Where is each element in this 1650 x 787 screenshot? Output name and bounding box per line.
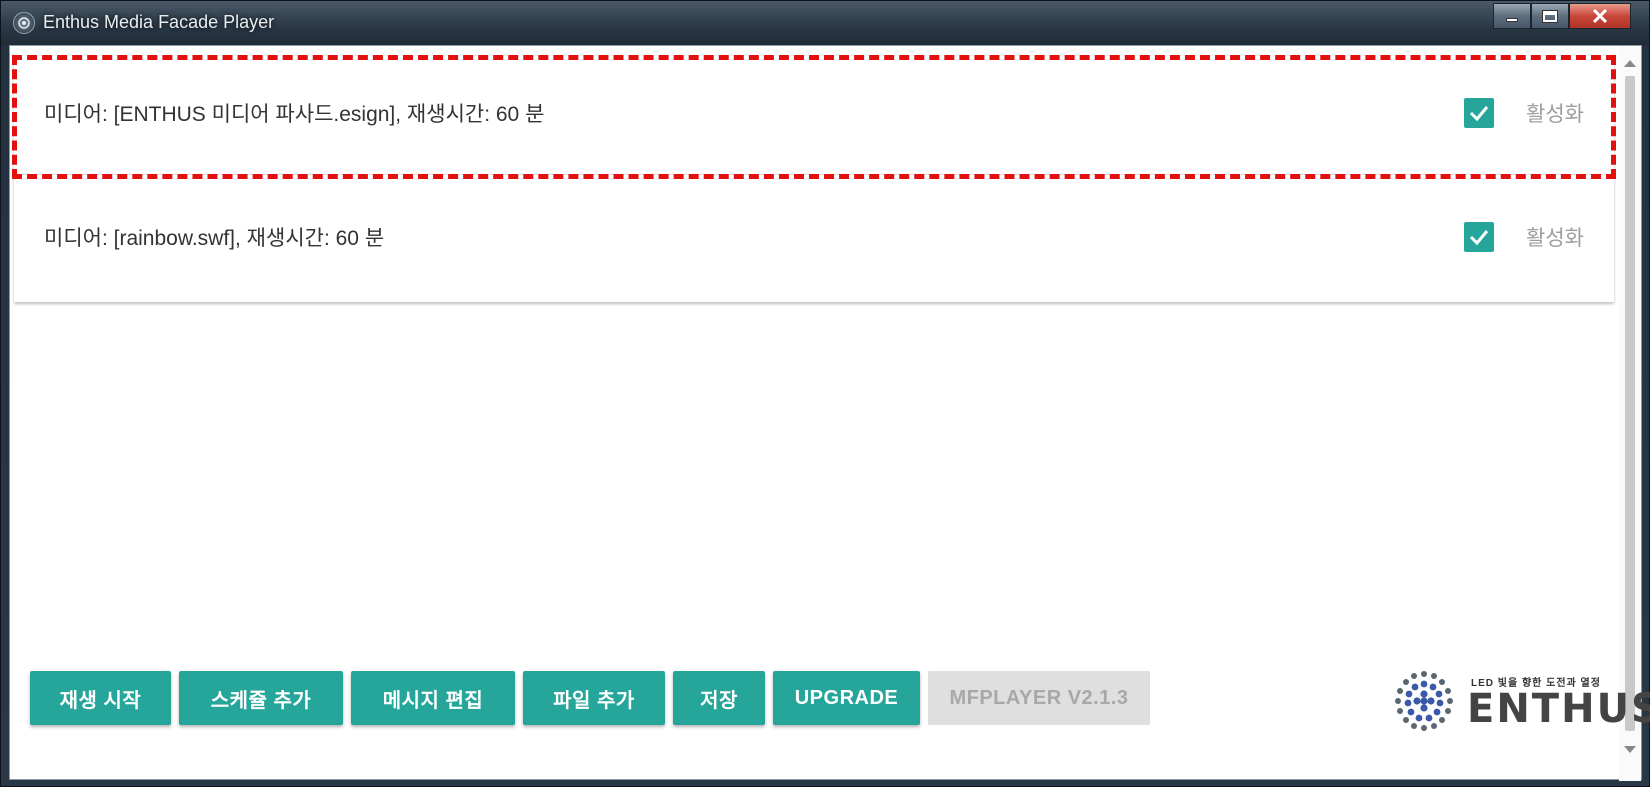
close-button[interactable] [1569,3,1631,29]
window-title: Enthus Media Facade Player [43,12,275,32]
save-button[interactable]: 저장 [673,671,765,725]
enable-checkbox[interactable] [1464,221,1494,252]
minimize-icon [1506,18,1518,22]
minimize-button[interactable] [1493,3,1531,29]
close-icon [1592,9,1608,23]
window-controls [1493,3,1631,31]
maximize-button[interactable] [1531,3,1569,29]
enthus-logo: LED 빛을 향한 도전과 열정 ENTHUS [1393,666,1650,736]
app-window: Enthus Media Facade Player 미디어: [ENTHUS … [0,0,1650,787]
action-toolbar: 재생 시작 스케쥴 추가 메시지 편집 파일 추가 저장 UPGRADE MFP… [30,671,1150,725]
upgrade-button[interactable]: UPGRADE [773,671,920,725]
enable-checkbox[interactable] [1464,98,1494,128]
edit-message-button[interactable]: 메시지 편집 [351,671,515,725]
add-schedule-button[interactable]: 스케쥴 추가 [179,671,343,725]
scroll-up-icon[interactable] [1624,60,1636,67]
media-info: 미디어: [ENTHUS 미디어 파사드.esign], 재생시간: 60 분 [44,103,545,126]
media-info: 미디어: [rainbow.swf], 재생시간: 60 분 [44,226,385,250]
logo-dots-icon [1395,671,1453,731]
app-icon[interactable] [13,12,35,34]
list-item[interactable]: 미디어: [rainbow.swf], 재생시간: 60 분 활성화 [14,175,1614,298]
schedule-list: 미디어: [ENTHUS 미디어 파사드.esign], 재생시간: 60 분 … [14,52,1614,302]
enable-label[interactable]: 활성화 [1526,98,1584,128]
title-bar[interactable]: Enthus Media Facade Player [1,1,1649,45]
scroll-down-icon[interactable] [1624,746,1636,753]
version-button: MFPLAYER V2.1.3 [928,671,1150,725]
checkmark-icon [1469,229,1489,245]
list-item[interactable]: 미디어: [ENTHUS 미디어 파사드.esign], 재생시간: 60 분 … [14,52,1614,175]
checkmark-icon [1469,106,1489,122]
enable-label[interactable]: 활성화 [1526,222,1584,252]
add-file-button[interactable]: 파일 추가 [523,671,665,725]
main-content: 미디어: [ENTHUS 미디어 파사드.esign], 재생시간: 60 분 … [9,45,1650,781]
vertical-scrollbar[interactable] [1619,46,1641,781]
maximize-icon [1542,9,1558,23]
logo-wordmark: ENTHUS [1467,686,1650,732]
scroll-thumb[interactable] [1625,76,1635,731]
play-start-button[interactable]: 재생 시작 [30,671,171,725]
